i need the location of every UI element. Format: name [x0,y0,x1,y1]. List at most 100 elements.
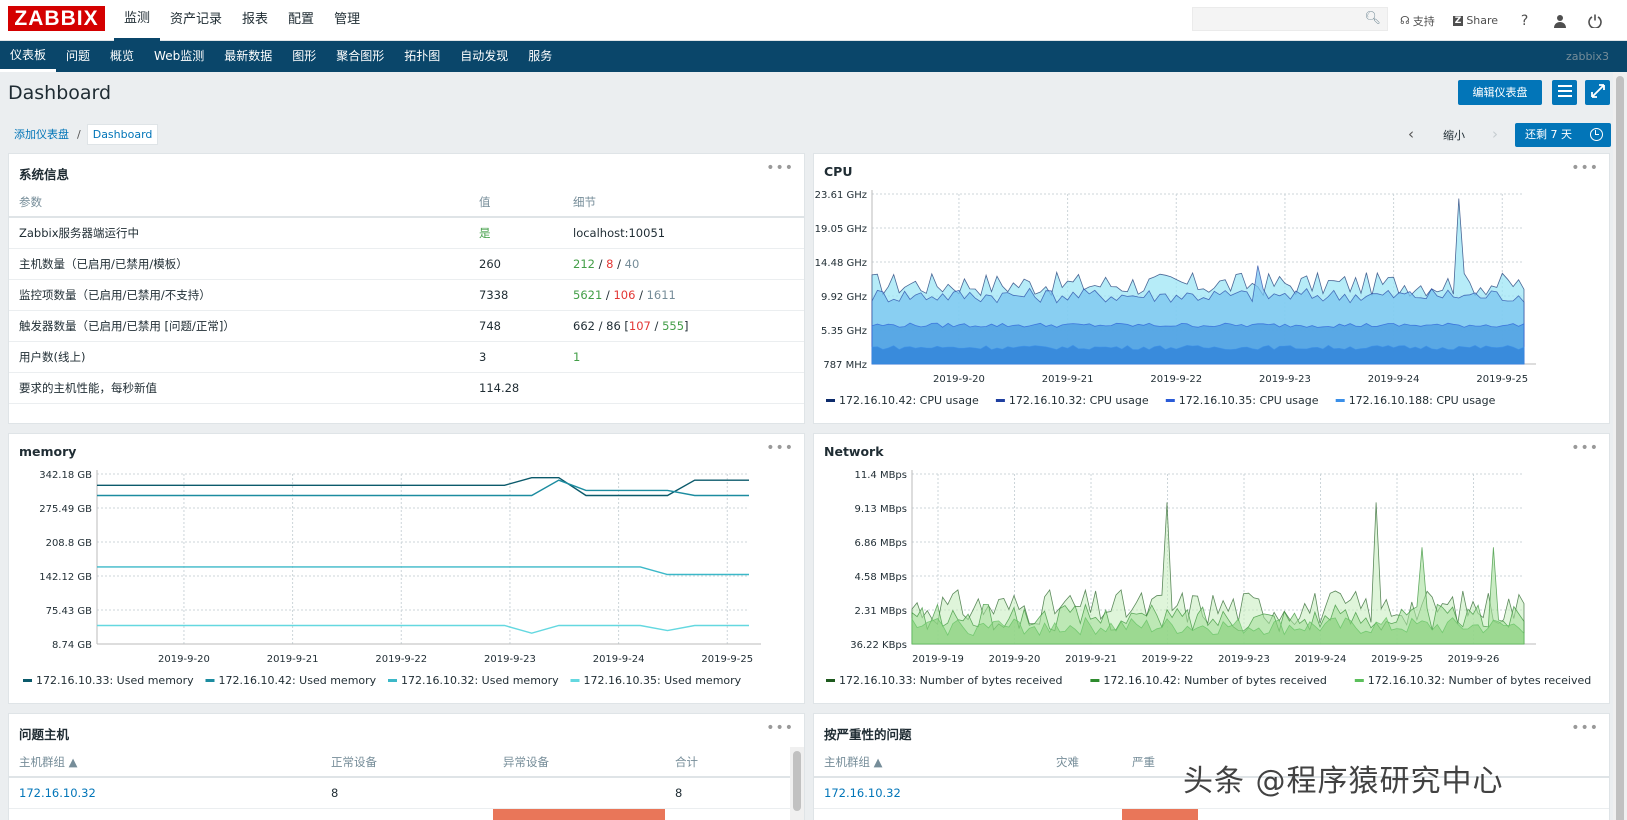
legend-swatch [205,679,215,682]
table-row: 172.16.10.32 8 8 [9,777,792,809]
page-title: Dashboard [8,82,112,104]
detail-cell: 5621 / 106 / 1611 [563,279,804,311]
headset-icon: ☊ [1400,14,1410,27]
problem-cell [493,777,665,809]
series-line [97,477,749,497]
sub-menu: 仪表板 问题 概览 Web监测 最新数据 图形 聚合图形 拓扑图 自动发现 服务… [0,41,1627,72]
x-tick-label: 2019-9-23 [1259,374,1311,385]
y-tick-label: 208.8 GB [46,538,93,549]
system-info-table: 参数 值 细节 Zabbix服务器端运行中 是 localhost:10051 … [9,187,804,404]
clock-icon [1590,128,1603,141]
x-tick-label: 2019-9-21 [1042,374,1094,385]
x-tick-label: 2019-9-24 [1295,654,1347,665]
submenu-problems[interactable]: 问题 [56,41,100,72]
x-tick-label: 2019-9-25 [701,654,753,665]
table-row: 触发器数量（已启用/已禁用 [问题/正常]） 748 662 / 86 [107… [9,310,804,342]
table-row: 监控项数量（已启用/已禁用/不支持） 7338 5621 / 106 / 161… [9,279,804,311]
submenu-services[interactable]: 服务 [518,41,562,72]
page-scrollbar[interactable] [1613,72,1627,820]
submenu-web[interactable]: Web监测 [144,41,214,72]
table-row: 要求的主机性能，每秒新值 114.28 [9,372,804,404]
widget-menu-icon[interactable]: ••• [1571,720,1599,736]
edit-dashboard-button[interactable]: 编辑仪表盘 [1458,80,1542,105]
param-cell: 触发器数量（已启用/已禁用 [问题/正常]） [9,310,469,342]
chevron-right-icon[interactable]: › [1492,125,1498,143]
breadcrumb-root[interactable]: 添加仪表盘 [8,126,75,142]
submenu-dashboard[interactable]: 仪表板 [0,41,57,72]
x-tick-label: 2019-9-22 [1142,654,1194,665]
zabbix-logo[interactable]: ZABBIX [8,6,105,31]
legend-swatch [826,399,835,402]
legend-swatch [388,679,397,682]
support-link[interactable]: ☊ 支持 [1400,13,1435,29]
detail-cell: 212 / 8 / 40 [563,248,804,280]
power-icon[interactable] [1586,12,1603,29]
widget-title: 按严重性的问题 [824,727,912,742]
widget-menu-icon[interactable]: ••• [766,160,794,176]
legend-label: 172.16.10.42: CPU usage [839,394,979,407]
zoom-out-button[interactable]: 缩小 [1443,127,1465,143]
menu-monitoring[interactable]: 监测 [114,0,161,41]
legend-swatch [1090,679,1100,682]
problem-hosts-table: 主机群组 ▲ 正常设备 异常设备 合计 172.16.10.32 8 8 [9,747,792,820]
severity-bar [1122,808,1198,820]
y-tick-label: 19.05 GHz [815,224,867,235]
host-group-link[interactable]: 172.16.10.32 [9,777,321,809]
legend-swatch [995,399,1005,402]
host-group-link[interactable]: 172.16.10.32 [814,777,1046,809]
server-name: zabbix3 [1565,50,1609,63]
menu-administration[interactable]: 管理 [324,0,370,41]
widget-title: 问题主机 [19,727,70,742]
breadcrumb: 添加仪表盘 / Dashboard [8,122,159,146]
widget-scrollbar[interactable] [790,747,804,820]
y-tick-label: 14.48 GHz [815,258,867,269]
submenu-graphs[interactable]: 图形 [282,41,326,72]
param-cell: Zabbix服务器端运行中 [9,217,469,249]
scrollbar-thumb[interactable] [1616,76,1624,820]
memory-widget: memory ••• 342.18 GB 275.49 GB 208.8 GB 142… [8,433,805,704]
submenu-screens[interactable]: 聚合图形 [326,41,394,72]
header-disaster: 灾难 [1046,747,1122,778]
menu-reports[interactable]: 报表 [232,0,278,41]
top-bar: ZABBIX 监测 资产记录 报表 配置 管理 🔍︎ ☊ 支持 Z Share ? [0,0,1627,41]
legend-label: 172.16.10.32: Number of bytes received [1368,674,1591,687]
share-link[interactable]: Z Share [1452,14,1498,27]
submenu-latest-data[interactable]: 最新数据 [214,41,282,72]
legend-label: 172.16.10.32: CPU usage [1009,394,1149,407]
param-cell: 要求的主机性能，每秒新值 [9,372,469,404]
submenu-discovery[interactable]: 自动发现 [450,41,518,72]
time-period-button[interactable]: 还剩 7 天 [1515,123,1611,147]
param-cell: 监控项数量（已启用/已禁用/不支持） [9,279,469,311]
ok-cell: 8 [321,777,493,809]
submenu-maps[interactable]: 拓扑图 [394,41,450,72]
x-tick-label: 2019-9-21 [1065,654,1117,665]
legend-swatch [826,679,835,682]
y-tick-label: 75.43 GB [46,606,93,617]
question-icon[interactable]: ? [1516,12,1533,29]
header-group[interactable]: 主机群组 ▲ [814,747,1046,778]
x-tick-label: 2019-9-19 [912,654,964,665]
widget-menu-icon[interactable]: ••• [766,720,794,736]
legend-swatch [570,679,580,682]
y-tick-label: 787 MHz [823,360,867,371]
param-cell: 用户数(线上) [9,341,469,373]
legend-label: 172.16.10.32: Used memory [401,674,559,687]
header-group[interactable]: 主机群组 ▲ [9,747,321,778]
user-icon[interactable] [1551,12,1568,29]
table-header: 参数 值 细节 [9,187,804,218]
watermark: 头条 @程序猿研究中心 [1183,764,1504,799]
chevron-left-icon[interactable]: ‹ [1408,125,1414,143]
search-input[interactable]: 🔍︎ [1192,7,1388,31]
x-tick-label: 2019-9-24 [593,654,645,665]
fullscreen-button[interactable] [1585,80,1610,105]
series-line [97,479,749,497]
submenu-overview[interactable]: 概览 [100,41,144,72]
value-cell: 7338 [469,279,563,311]
breadcrumb-current[interactable]: Dashboard [86,123,159,145]
table-row: 主机数量（已启用/已禁用/模板） 260 212 / 8 / 40 [9,248,804,280]
menu-inventory[interactable]: 资产记录 [160,0,232,41]
search-icon[interactable]: 🔍︎ [1364,11,1381,26]
legend-label: 172.16.10.42: Used memory [219,674,377,687]
dashboard-list-button[interactable] [1552,80,1577,105]
menu-configuration[interactable]: 配置 [278,0,324,41]
